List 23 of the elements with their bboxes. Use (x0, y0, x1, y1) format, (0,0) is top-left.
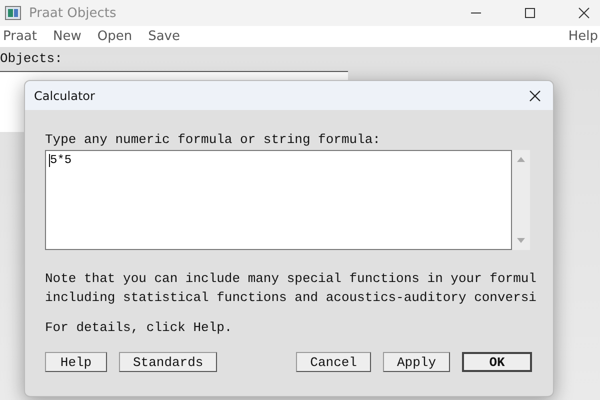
app-icon (5, 6, 21, 20)
menu-item[interactable]: Save (148, 28, 180, 44)
formula-text: 5*5 (50, 153, 72, 167)
dialog-button[interactable]: Standards (119, 352, 218, 372)
menu-item[interactable]: Open (97, 28, 132, 44)
note-text: Note that you can include many special functions in your formul (45, 270, 538, 288)
menu-item[interactable]: New (53, 28, 82, 44)
dialog-button[interactable]: Help (45, 352, 107, 372)
menu-item[interactable]: Help (568, 28, 598, 44)
close-icon[interactable] (578, 7, 590, 19)
menu-item[interactable]: Praat (3, 28, 37, 44)
close-icon[interactable] (529, 90, 541, 102)
maximize-icon[interactable] (524, 7, 536, 19)
window-title: Praat Objects (29, 6, 116, 20)
dialog-title: Calculator (34, 88, 95, 102)
note-text: including statistical functions and acoustics-auditory conversi (45, 289, 538, 307)
dialog-button[interactable]: Apply (382, 352, 450, 372)
formula-field[interactable]: 5*5 (45, 150, 512, 250)
dialog-button[interactable]: Cancel (296, 352, 371, 372)
prompt-label: Type any numeric formula or string formula: (45, 131, 382, 149)
objects-label: Objects: (0, 51, 64, 66)
details-text: For details, click Help. (45, 319, 234, 337)
dialog-button[interactable]: OK (462, 352, 532, 372)
